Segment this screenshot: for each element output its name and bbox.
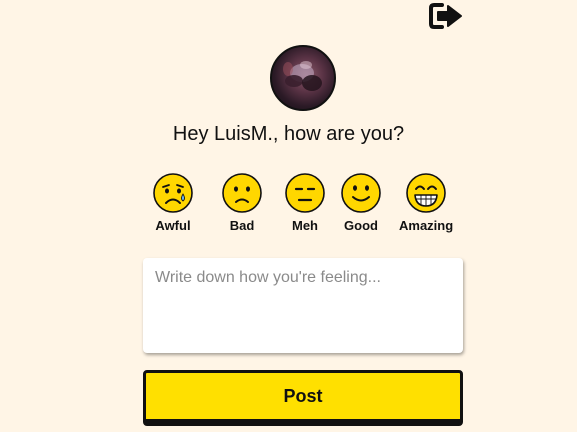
crying-face-icon <box>153 173 193 213</box>
mood-label: Good <box>344 218 378 233</box>
frowning-face-icon <box>222 173 262 213</box>
mood-awful[interactable]: Awful <box>152 172 194 233</box>
mood-label: Bad <box>229 218 255 233</box>
mood-meh[interactable]: Meh <box>284 172 326 233</box>
mood-note-input[interactable] <box>155 269 451 342</box>
sign-out-icon <box>429 3 462 29</box>
mood-label: Amazing <box>399 218 454 233</box>
smiling-face-icon <box>341 173 381 213</box>
logout-button[interactable] <box>428 1 466 31</box>
avatar <box>270 45 336 111</box>
mood-good[interactable]: Good <box>340 172 382 233</box>
mood-bad[interactable]: Bad <box>221 172 263 233</box>
mood-amazing[interactable]: Amazing <box>399 172 453 233</box>
grinning-face-icon <box>406 173 446 213</box>
greeting-text: Hey LuisM., how are you? <box>172 123 405 145</box>
mood-label: Awful <box>155 218 191 233</box>
post-button[interactable]: Post <box>143 370 463 426</box>
mood-note-card <box>143 258 463 353</box>
neutral-face-icon <box>285 173 325 213</box>
mood-label: Meh <box>292 218 318 233</box>
